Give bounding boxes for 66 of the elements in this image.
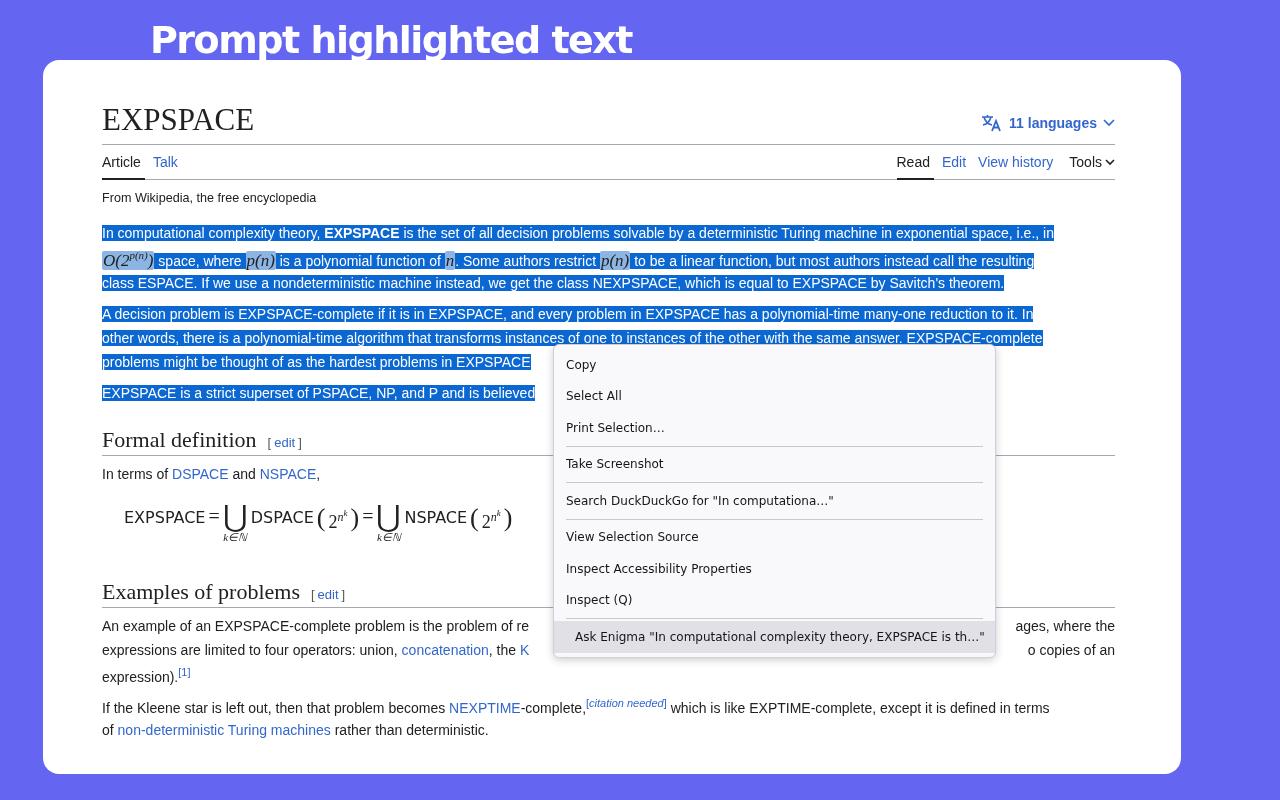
chevron-down-icon [1103,119,1115,127]
paragraph-text: and [231,465,257,482]
article-link[interactable]: NEXPTIME [449,699,521,716]
paragraph-text: of [102,721,115,738]
menu-item[interactable]: Search DuckDuckGo for "In computationa…" [554,485,995,517]
edit-link[interactable]: edit [274,434,296,450]
paragraph-text: o copies of an [1027,641,1115,658]
paragraph-text: A decision problem is EXPSPACE-complete if it is in EXPSPACE, and every problem in EXPSPACE has a polynomial-time many-one reduction to it. In [102,305,1034,322]
math-expression: O(2$^{p(n)}$) [102,250,155,270]
page-tab[interactable]: Talk [152,145,182,180]
paragraph-text: other words, there is a polynomial-time algorithm that transforms instances of one to instances of the other with the same answer. EXPSPACE-complete [102,329,1043,346]
paragraph-text: space, where [154,252,246,269]
page-tab[interactable]: Edit [941,145,971,180]
math-expression: p(n) [245,250,276,270]
tagline: From Wikipedia, the free encyclopedia [102,191,318,205]
languages-button[interactable]: 11 languages [981,114,1115,140]
paragraph-text: In computational complexity theory, EXPSPACE is the set of all decision problems solvable by a deterministic Turing machine in exponential space, i.e., in [102,225,1054,241]
section-heading: Formal definition [102,425,257,454]
bracket: ] [298,434,302,450]
paragraph-text: is a polynomial function of [275,252,445,269]
paragraph-text: EXPSPACE is a strict superset of PSPACE, NP, and P and is believed [102,384,536,401]
paragraph-text: expressions are limited to four operators: union, [102,641,399,658]
menu-item[interactable]: Select All [554,380,995,412]
paragraph-text: problems might be thought of as the hardest problems in EXPSPACE [102,353,531,370]
bracket: [ [267,434,272,450]
paragraph-text: , the [488,641,518,658]
paragraph-text: If the Kleene star is left out, then that problem becomes [102,699,447,716]
menu-item[interactable]: Inspect Accessibility Properties [554,553,995,585]
bracket: [ [310,586,315,602]
paragraph-text: . Some authors restrict [455,252,600,269]
page-tab[interactable]: Article [102,145,145,180]
page-title: EXPSPACE [102,101,255,139]
translate-icon [981,114,1004,132]
paragraph-text: -complete, [520,699,587,716]
tools-menu-button[interactable]: Tools [1069,145,1115,180]
paragraph-text: to be a linear function, but most authors instead call the resulting [630,252,1035,269]
math-expression: n [444,250,456,270]
article-link[interactable]: concatenation [401,641,489,658]
menu-item[interactable]: Inspect (Q) [554,584,995,616]
menu-item[interactable]: Copy [554,349,995,381]
paragraph-text: An example of an EXPSPACE-complete problem is the problem of re [102,617,529,634]
article-link[interactable]: DSPACE [172,465,229,482]
menu-item[interactable]: View Selection Source [554,521,995,553]
page-tab[interactable]: Read [896,145,934,180]
paragraph-text: ages, where the [1015,617,1115,634]
paragraph-text: In terms of [102,465,170,482]
banner-title: Prompt highlighted text [149,17,634,60]
paragraph-text: , [316,465,321,482]
section-heading: Examples of problems [102,577,300,606]
bracket: ] [341,586,346,602]
menu-item[interactable]: Print Selection… [554,412,995,444]
paragraph-text: expression). [102,668,179,685]
math-formula: EXPSPACE=⋃ k∈ℕ DSPACE(2$^{n}$$^{k}$)=⋃ k∈ℕ NSPACE(2$^{n}$$^{k}$) [124,497,513,545]
chevron-down-icon [1105,158,1115,166]
menu-item[interactable]: Ask Enigma "In computational complexity theory, EXPSPACE is th…" [554,621,995,653]
article-link[interactable]: non-deterministic Turing machines [117,721,331,738]
menu-item[interactable]: Take Screenshot [554,448,995,480]
citation-link[interactable]: [1] [178,665,191,678]
paragraph-text: class ESPACE. If we use a nondeterministic machine instead, we get the class NEXPSPACE, which is equal to EXPSPACE by Savitch's theorem. [102,274,1005,291]
paragraph-text: which is like EXPTIME-complete, except it is defined in terms [669,699,1050,716]
paragraph-text: rather than deterministic. [333,721,489,738]
edit-link[interactable]: edit [317,586,339,602]
citation-link[interactable]: [citation needed] [586,697,667,710]
page-tab[interactable]: View history [978,145,1058,180]
math-expression: p(n) [599,250,631,270]
article-link[interactable]: K [519,641,530,658]
